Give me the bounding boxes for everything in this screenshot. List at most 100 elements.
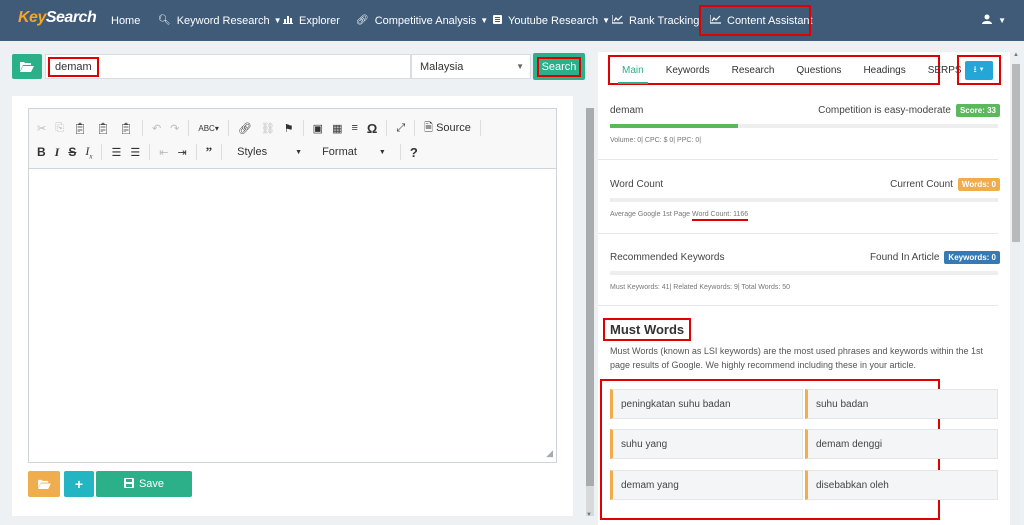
open-document-button[interactable] <box>28 471 60 497</box>
editor-panel: ✂ ⎘ 📋︎ 📋︎ 📋︎ ↶ ↷ ABC▾ 🔗︎ ⛓ ⚑ ▣ ▦ ≡ Ω ⤢ 🗎… <box>12 96 573 516</box>
keyword-section: demam Competition is easy-moderate Score… <box>610 104 1000 144</box>
blockquote-icon[interactable]: ” <box>206 144 213 160</box>
save-button[interactable]: Save <box>96 471 192 497</box>
user-icon <box>982 14 993 27</box>
download-icon: ⭳ <box>973 64 977 74</box>
tab-questions-label: Questions <box>796 64 842 76</box>
chevron-down-icon: ▼ <box>516 62 524 71</box>
divider <box>598 233 998 234</box>
add-button[interactable]: + <box>64 471 94 497</box>
keyword-input[interactable]: demam <box>45 54 411 79</box>
open-folder-button[interactable] <box>12 54 42 79</box>
toolbar-row-1: ✂ ⎘ 📋︎ 📋︎ 📋︎ ↶ ↷ ABC▾ 🔗︎ ⛓ ⚑ ▣ ▦ ≡ Ω ⤢ 🗎… <box>37 117 490 139</box>
tab-bar: Main Keywords Research Questions Heading… <box>608 55 962 85</box>
score-progress-fill <box>610 124 739 128</box>
chevron-down-icon: ▼ <box>273 16 282 25</box>
tab-main-label: Main <box>622 64 644 76</box>
must-word-item[interactable]: suhu yang <box>610 429 803 459</box>
tab-questions[interactable]: Questions <box>796 56 841 84</box>
link-icon[interactable]: 🔗︎ <box>238 122 252 135</box>
right-scrollbar[interactable]: ▲ <box>1012 52 1020 525</box>
chevron-down-icon: ▼ <box>978 67 985 73</box>
nav-rank-tracking[interactable]: Rank Tracking <box>611 0 699 41</box>
toolbar-separator <box>227 120 229 136</box>
nav-explorer[interactable]: Explorer <box>283 0 340 41</box>
toolbar-row-2: B I S Ix ☰ ☰ ⇤ ⇥ ” Styles ▼ Format ▼ ? <box>37 141 427 163</box>
floppy-disk-icon <box>123 477 134 491</box>
scroll-down-icon[interactable]: ▼ <box>586 512 592 518</box>
nav-competitive-analysis[interactable]: 🔗︎ Competitive Analysis ▼ <box>356 0 488 41</box>
list-icon <box>493 14 502 27</box>
spellcheck-icon[interactable]: ABC▾ <box>198 124 218 133</box>
format-dropdown[interactable]: Format ▼ <box>316 143 392 161</box>
must-word-label: peningkatan suhu badan <box>621 398 731 410</box>
recommended-keywords-meta: Must Keywords: 41| Related Keywords: 9| … <box>610 284 791 291</box>
resize-handle-icon[interactable]: ◢ <box>546 448 553 459</box>
strikethrough-icon[interactable]: S <box>68 145 76 159</box>
top-navbar: KeySearch Home 🔍︎ Keyword Research ▼ Exp… <box>0 0 1024 41</box>
maximize-icon[interactable]: ⤢ <box>396 122 405 135</box>
copy-icon[interactable]: ⎘ <box>55 122 64 135</box>
must-word-item[interactable]: disebabkan oleh <box>805 470 998 500</box>
country-select[interactable]: Malaysia ▼ <box>411 54 531 79</box>
toolbar-separator <box>399 144 401 160</box>
rich-text-editor[interactable]: ✂ ⎘ 📋︎ 📋︎ 📋︎ ↶ ↷ ABC▾ 🔗︎ ⛓ ⚑ ▣ ▦ ≡ Ω ⤢ 🗎… <box>28 108 557 463</box>
user-menu[interactable]: ▼ <box>982 0 1006 41</box>
logo-text-1: Key <box>18 9 46 26</box>
left-scrollbar-thumb[interactable] <box>586 108 594 486</box>
must-words-title: Must Words <box>603 318 692 341</box>
indent-icon[interactable]: ⇥ <box>177 146 186 159</box>
paste-icon[interactable]: 📋︎ <box>73 122 87 135</box>
chevron-down-icon: ▼ <box>295 148 303 156</box>
must-word-label: suhu yang <box>621 438 668 450</box>
tab-main[interactable]: Main <box>618 56 648 84</box>
bold-icon[interactable]: B <box>37 145 46 159</box>
remove-format-icon[interactable]: Ix <box>85 144 92 160</box>
flag-icon[interactable]: ⚑ <box>284 122 294 135</box>
numbered-list-icon[interactable]: ☰ <box>111 146 121 159</box>
must-word-item[interactable]: peningkatan suhu badan <box>610 389 803 419</box>
styles-dropdown[interactable]: Styles ▼ <box>231 143 308 161</box>
scroll-up-icon[interactable]: ▲ <box>1013 52 1019 58</box>
search-button[interactable]: Search <box>533 53 585 80</box>
help-icon[interactable]: ? <box>410 145 418 160</box>
tab-headings[interactable]: Headings <box>863 56 905 84</box>
nav-keyword-research[interactable]: 🔍︎ Keyword Research ▼ <box>158 0 282 41</box>
italic-icon[interactable]: I <box>55 145 60 160</box>
folder-open-icon <box>20 62 34 72</box>
must-word-item[interactable]: demam denggi <box>805 429 998 459</box>
chevron-down-icon: ▼ <box>998 16 1006 25</box>
found-in-article-label: Found In Article <box>869 252 940 263</box>
must-word-item[interactable]: suhu badan <box>805 389 998 419</box>
source-button[interactable]: 🗎︎ Source <box>424 119 471 138</box>
competition-text: Competition is easy-moderate <box>818 105 951 116</box>
source-icon: 🗎︎ <box>424 121 433 134</box>
nav-home[interactable]: Home <box>111 0 140 41</box>
image-icon[interactable]: ▣ <box>313 122 323 135</box>
bulleted-list-icon[interactable]: ☰ <box>130 146 140 159</box>
score-badge: Score: 33 <box>955 104 1000 117</box>
download-button[interactable]: ⭳ ▼ <box>965 60 993 80</box>
outdent-icon[interactable]: ⇤ <box>159 146 168 159</box>
keyword-label: demam <box>610 105 644 116</box>
undo-icon[interactable]: ↶ <box>152 122 161 135</box>
nav-youtube-research[interactable]: Youtube Research ▼ <box>493 0 610 41</box>
table-icon[interactable]: ▦ <box>332 122 342 135</box>
keysearch-logo[interactable]: KeySearch <box>18 9 97 27</box>
paste-text-icon[interactable]: 📋︎ <box>96 122 110 135</box>
redo-icon[interactable]: ↷ <box>170 122 179 135</box>
must-words-description: Must Words (known as LSI keywords) are t… <box>610 346 983 370</box>
special-char-icon[interactable]: Ω <box>367 121 377 136</box>
paste-word-icon[interactable]: 📋︎ <box>119 122 133 135</box>
left-scrollbar[interactable]: ▼ <box>586 108 594 518</box>
chevron-down-icon: ▼ <box>602 16 611 25</box>
tab-keywords[interactable]: Keywords <box>666 56 710 84</box>
unlink-icon[interactable]: ⛓ <box>261 122 275 135</box>
horizontal-line-icon[interactable]: ≡ <box>351 122 357 134</box>
must-word-item[interactable]: demam yang <box>610 470 803 500</box>
right-scrollbar-thumb[interactable] <box>1012 64 1020 242</box>
tab-research[interactable]: Research <box>732 56 775 84</box>
tab-keywords-label: Keywords <box>665 64 710 76</box>
must-word-label: demam denggi <box>816 438 883 450</box>
cut-icon[interactable]: ✂ <box>37 122 46 135</box>
